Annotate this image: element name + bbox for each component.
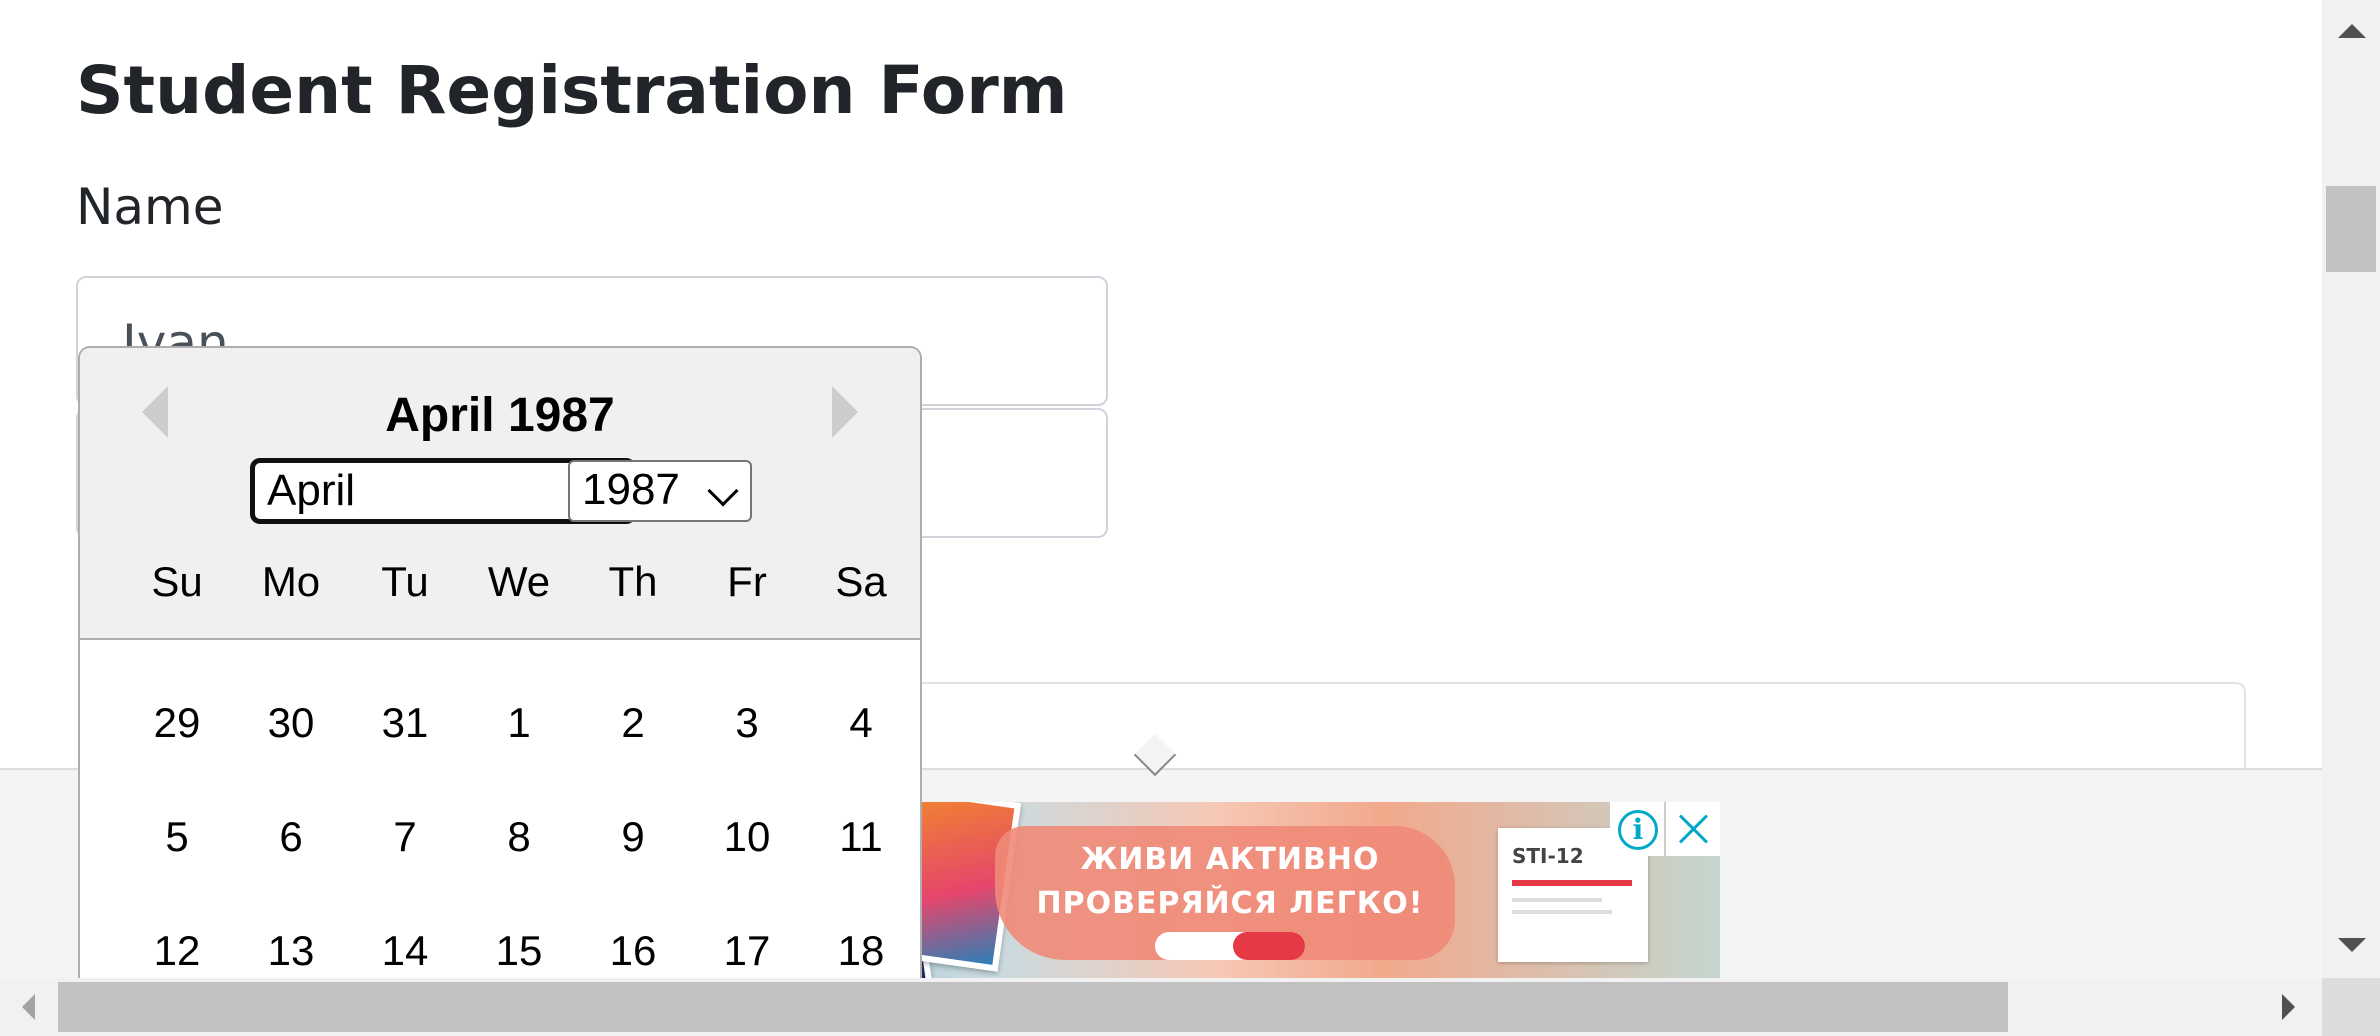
weekday-label: Mo [261,558,321,605]
calendar-day[interactable]: 12 [120,927,234,975]
calendar-day[interactable]: 3 [690,699,804,747]
weekday-label: Su [151,558,203,605]
ad-headline-2: ПРОВЕРЯЙСЯ ЛЕГКО! [1036,886,1424,921]
scrollbar-corner [2322,978,2380,1036]
scroll-left-arrow-icon[interactable] [22,994,35,1020]
weekday-label: Sa [835,558,887,605]
ad-close-icon[interactable] [1666,802,1720,856]
weekday-label: Fr [727,558,767,605]
calendar-day[interactable]: 16 [576,927,690,975]
calendar-day[interactable]: 30 [234,699,348,747]
calendar-day[interactable]: 15 [462,927,576,975]
ad-product-line [1512,910,1612,914]
ad-headline-1: ЖИВИ АКТИВНО [1080,842,1380,877]
calendar-day[interactable]: 17 [690,927,804,975]
date-picker-header: April 1987 April 1987 Su Mo Tu We Th Fr … [80,348,920,640]
ad-product-line [1512,898,1602,902]
ad-cta-pill-accent [1233,932,1305,960]
next-month-icon[interactable] [832,386,862,438]
vertical-scrollbar[interactable] [2322,0,2380,978]
calendar-day[interactable]: 7 [348,813,462,861]
calendar-day[interactable]: 11 [804,813,918,861]
calendar-week: 5 6 7 8 9 10 11 [120,780,920,894]
page-title: Student Registration Form [76,52,1068,129]
ad-info-icon[interactable] [1610,802,1664,856]
calendar-day[interactable]: 18 [804,927,918,975]
chevron-down-icon [707,475,739,507]
ad-product-label: STI-12 [1512,844,1584,868]
ad-product-stripe [1512,880,1632,886]
calendar-day[interactable]: 10 [690,813,804,861]
calendar-day[interactable]: 6 [234,813,348,861]
calendar-day[interactable]: 2 [576,699,690,747]
horizontal-scroll-thumb[interactable] [58,982,2008,1032]
weekday-label: Tu [381,558,429,605]
scroll-down-arrow-icon[interactable] [2338,938,2366,952]
calendar-week: 29 30 31 1 2 3 4 [120,666,920,780]
vertical-scroll-thumb[interactable] [2326,186,2376,272]
collapse-ad-chevron-icon[interactable] [1130,752,1178,780]
calendar-day[interactable]: 31 [348,699,462,747]
calendar-day[interactable]: 9 [576,813,690,861]
calendar-day[interactable]: 14 [348,927,462,975]
name-label: Name [76,178,224,236]
calendar-day[interactable]: 8 [462,813,576,861]
horizontal-scrollbar[interactable] [0,978,2322,1036]
calendar-day[interactable]: 4 [804,699,918,747]
calendar-days: 29 30 31 1 2 3 4 5 6 7 8 9 10 11 12 13 1… [120,642,920,978]
page-viewport: Student Registration Form Name Ivan ЖИВИ… [0,0,2322,978]
calendar-day[interactable]: 5 [120,813,234,861]
calendar-day[interactable]: 1 [462,699,576,747]
weekday-label: We [487,558,551,605]
month-select-value: April [267,466,356,515]
weekday-header-row: Su Mo Tu We Th Fr Sa [120,558,920,606]
calendar-day[interactable]: 13 [234,927,348,975]
scroll-right-arrow-icon[interactable] [2282,994,2295,1020]
calendar-day[interactable]: 29 [120,699,234,747]
scroll-up-arrow-icon[interactable] [2338,24,2366,38]
weekday-label: Th [608,558,658,605]
year-select[interactable]: 1987 [568,460,752,522]
date-picker-popup: April 1987 April 1987 Su Mo Tu We Th Fr … [78,346,922,978]
calendar-week: 12 13 14 15 16 17 18 [120,894,920,978]
current-month-title: April 1987 [385,389,615,442]
year-select-value: 1987 [582,465,680,514]
